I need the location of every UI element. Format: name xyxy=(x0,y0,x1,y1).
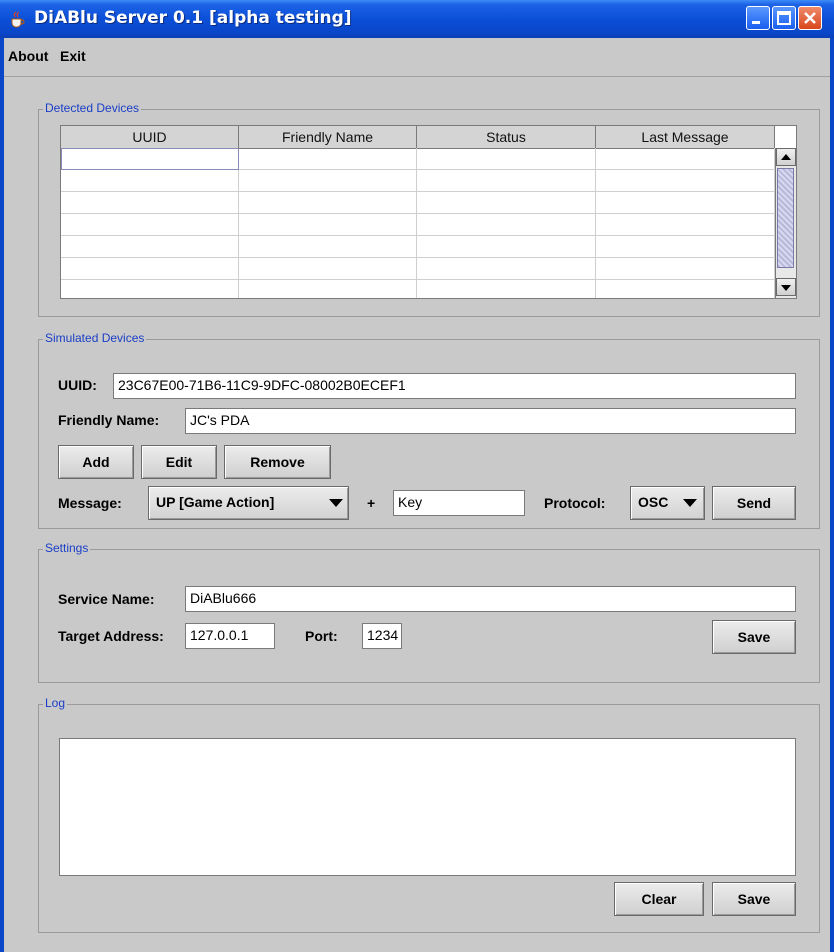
log-title: Log xyxy=(43,696,68,710)
target-address-label: Target Address: xyxy=(58,628,164,644)
log-textarea[interactable] xyxy=(59,738,796,876)
title-bar[interactable]: DiABlu Server 0.1 [alpha testing] xyxy=(0,0,834,38)
minimize-button[interactable] xyxy=(746,6,770,30)
table-cell-selected[interactable] xyxy=(61,148,239,170)
column-header-last-message[interactable]: Last Message xyxy=(596,126,775,148)
port-field[interactable]: 1234 xyxy=(362,623,402,649)
window-border-right xyxy=(830,38,834,952)
menu-about[interactable]: About xyxy=(8,48,48,64)
friendly-name-label: Friendly Name: xyxy=(58,412,160,428)
key-field[interactable]: Key xyxy=(393,490,525,516)
protocol-select[interactable]: OSC xyxy=(630,486,705,520)
table-cell[interactable] xyxy=(596,148,775,170)
table-row[interactable] xyxy=(61,148,775,170)
menu-exit[interactable]: Exit xyxy=(60,48,86,64)
scroll-down-button[interactable] xyxy=(776,278,796,296)
java-cup-icon xyxy=(11,11,25,28)
table-cell[interactable] xyxy=(596,192,775,214)
protocol-select-value: OSC xyxy=(638,494,669,510)
close-icon xyxy=(804,12,816,24)
maximize-icon xyxy=(777,11,791,25)
add-button[interactable]: Add xyxy=(58,445,134,479)
port-label: Port: xyxy=(305,628,338,644)
close-button[interactable] xyxy=(798,6,822,30)
detected-devices-table[interactable]: UUID Friendly Name Status Last Message xyxy=(60,125,797,299)
table-cell[interactable] xyxy=(61,214,239,236)
table-row[interactable] xyxy=(61,214,775,236)
log-save-button[interactable]: Save xyxy=(712,882,796,916)
table-cell[interactable] xyxy=(417,236,596,258)
column-header-status[interactable]: Status xyxy=(417,126,596,148)
settings-group: Settings xyxy=(38,541,820,683)
minimize-icon xyxy=(752,21,760,24)
send-button[interactable]: Send xyxy=(712,486,796,520)
table-cell[interactable] xyxy=(417,214,596,236)
detected-devices-title: Detected Devices xyxy=(43,101,142,115)
table-cell[interactable] xyxy=(239,236,417,258)
settings-title: Settings xyxy=(43,541,91,555)
table-cell[interactable] xyxy=(596,236,775,258)
table-cell[interactable] xyxy=(417,148,596,170)
table-row[interactable] xyxy=(61,280,775,298)
table-cell[interactable] xyxy=(239,170,417,192)
remove-button[interactable]: Remove xyxy=(224,445,331,479)
table-cell[interactable] xyxy=(596,170,775,192)
chevron-down-icon xyxy=(329,499,343,507)
table-row[interactable] xyxy=(61,170,775,192)
table-cell[interactable] xyxy=(61,192,239,214)
table-cell[interactable] xyxy=(417,258,596,280)
service-name-field[interactable]: DiABlu666 xyxy=(185,586,796,612)
table-scrollbar[interactable] xyxy=(775,148,796,298)
window-border-left xyxy=(0,38,4,952)
protocol-label: Protocol: xyxy=(544,495,606,511)
table-cell[interactable] xyxy=(596,214,775,236)
app-window: DiABlu Server 0.1 [alpha testing] About … xyxy=(0,0,834,952)
uuid-field[interactable]: 23C67E00-71B6-11C9-9DFC-08002B0ECEF1 xyxy=(113,373,796,399)
target-address-field[interactable]: 127.0.0.1 xyxy=(185,623,275,649)
table-cell[interactable] xyxy=(596,258,775,280)
column-header-friendly-name[interactable]: Friendly Name xyxy=(239,126,417,148)
table-cell[interactable] xyxy=(596,280,775,298)
settings-save-button[interactable]: Save xyxy=(712,620,796,654)
message-label: Message: xyxy=(58,495,122,511)
table-cell[interactable] xyxy=(239,280,417,298)
table-cell[interactable] xyxy=(61,258,239,280)
table-cell[interactable] xyxy=(417,192,596,214)
edit-button[interactable]: Edit xyxy=(141,445,217,479)
arrow-up-icon xyxy=(781,154,791,160)
service-name-label: Service Name: xyxy=(58,591,155,607)
message-select[interactable]: UP [Game Action] xyxy=(148,486,349,520)
friendly-name-field[interactable]: JC's PDA xyxy=(185,408,796,434)
plus-sign: + xyxy=(367,495,376,511)
scroll-up-button[interactable] xyxy=(776,148,796,166)
arrow-down-icon xyxy=(781,285,791,291)
log-clear-button[interactable]: Clear xyxy=(614,882,704,916)
table-cell[interactable] xyxy=(61,236,239,258)
table-cell[interactable] xyxy=(417,170,596,192)
table-header: UUID Friendly Name Status Last Message xyxy=(61,126,775,149)
table-cell[interactable] xyxy=(239,148,417,170)
maximize-button[interactable] xyxy=(772,6,796,30)
menu-bar: About Exit xyxy=(4,38,830,77)
table-row[interactable] xyxy=(61,258,775,280)
table-row[interactable] xyxy=(61,192,775,214)
simulated-devices-title: Simulated Devices xyxy=(43,331,147,345)
table-cell[interactable] xyxy=(61,170,239,192)
table-cell[interactable] xyxy=(239,258,417,280)
column-header-uuid[interactable]: UUID xyxy=(61,126,239,148)
table-cell[interactable] xyxy=(239,214,417,236)
table-cell[interactable] xyxy=(417,280,596,298)
table-cell[interactable] xyxy=(61,280,239,298)
scroll-thumb[interactable] xyxy=(777,168,794,268)
window-title: DiABlu Server 0.1 [alpha testing] xyxy=(34,8,352,28)
chevron-down-icon xyxy=(683,499,697,507)
table-row[interactable] xyxy=(61,236,775,258)
table-cell[interactable] xyxy=(239,192,417,214)
uuid-label: UUID: xyxy=(58,377,97,393)
message-select-value: UP [Game Action] xyxy=(156,494,275,510)
